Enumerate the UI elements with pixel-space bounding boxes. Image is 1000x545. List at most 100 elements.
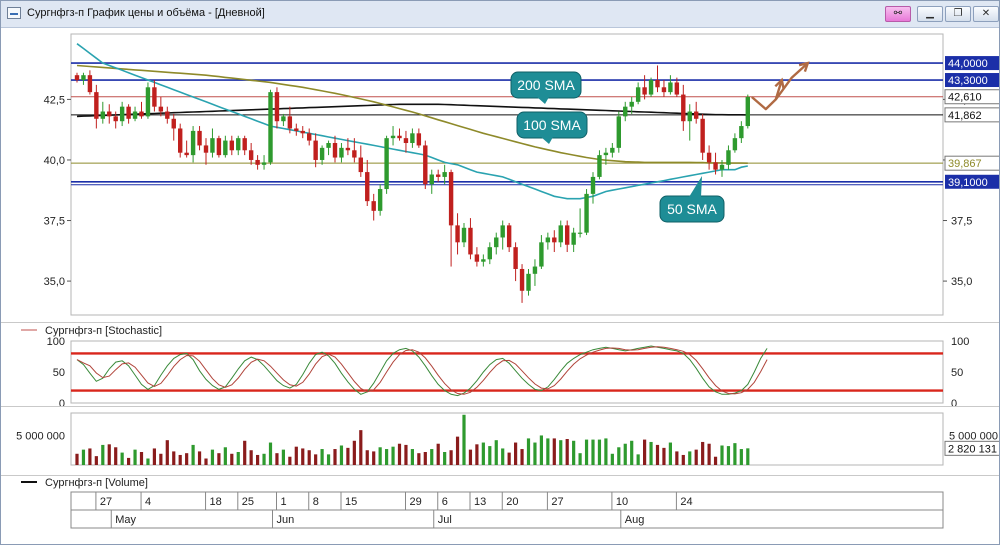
volume-bar [423,452,427,465]
candle-body [294,128,299,131]
date-month-label: Jul [438,514,452,526]
chart-window-icon [7,7,21,19]
candle-body [261,162,267,165]
candle-body [694,111,699,119]
volume-bar [597,439,602,465]
price-chart[interactable]: 42,542,540,040,037,537,535,035,0 44,0000… [1,28,999,322]
candle-body [455,225,460,243]
volume-bar [494,440,498,465]
volume-bar [391,446,395,465]
volume-bar [352,440,356,465]
volume-bar [281,449,285,465]
minimize-button[interactable]: ▁ [917,6,943,22]
candle-body [565,225,570,245]
volume-bar [326,454,331,465]
date-day-label: 25 [242,496,254,508]
volume-bar [146,458,150,465]
volume-bar [726,446,731,465]
candle-body [339,147,344,158]
candle-body [87,75,93,93]
volume-bar [488,446,492,465]
candle-body [635,87,641,102]
level-tag-label: 42,610 [948,92,982,104]
date-day-label: 18 [210,496,222,508]
volume-bar [217,453,221,465]
candle-body [610,147,615,153]
volume-bar [314,454,318,465]
title-bar[interactable]: Сургнфгз-п График цены и объёма - [Дневн… [1,1,999,28]
candle-body [539,242,544,267]
candle-body [216,138,222,156]
candle-body [371,201,376,211]
callout-sma100-label: 100 SMA [523,117,581,133]
volume-bar [120,452,124,465]
date-day-label: 27 [100,496,112,508]
candle-body [674,82,680,95]
volume-bar [101,444,105,465]
candle-body [165,111,170,119]
volume-bar [75,453,79,465]
stochastic-chart[interactable]: Сургнфгз-п [Stochastic] 100 10050 500 0 [1,323,999,406]
volume-bar [584,439,589,465]
volume-bar [630,440,634,465]
candle-body [300,130,305,134]
candle-body [74,75,80,81]
sma50-line [76,43,748,200]
volume-bar [430,449,434,465]
link-icon: ⚯ [893,8,903,19]
price-plot-frame [70,33,944,316]
close-button[interactable]: ✕ [973,6,999,22]
volume-bar [565,439,569,465]
stochastic-pane[interactable]: Сургнфгз-п [Stochastic] 100 100 50 50 0 0 [1,323,999,407]
candle-body [506,225,512,248]
date-day-label: 1 [281,496,287,508]
date-day-label: 8 [313,496,319,508]
restore-icon: ❐ [953,8,963,19]
volume-bar [720,445,724,465]
price-axis-label-right: 35,0 [951,276,972,288]
volume-bar [372,451,376,465]
candle-body [668,82,673,93]
candle-body [629,101,634,107]
link-button[interactable]: ⚯ [885,6,911,22]
minimize-icon: ▁ [926,8,934,19]
volume-bar [307,450,311,465]
candle-body [410,133,415,144]
volume-bar [243,440,247,465]
chart-window: Сургнфгз-п График цены и объёма - [Дневн… [0,0,1000,545]
date-day-label: 15 [345,496,357,508]
candle-body [132,111,138,119]
volume-bar [688,451,692,465]
volume-bar [468,449,473,465]
volume-bar [604,438,608,465]
candle-body [158,106,164,112]
price-pane[interactable]: 42,542,540,040,037,537,535,035,0 44,0000… [1,28,999,323]
volume-bar [507,452,511,465]
price-axis-label-left: 35,0 [44,276,65,288]
volume-bar [701,441,705,465]
volume-bar [636,454,640,465]
volume-bar [552,438,556,465]
volume-bar [397,443,402,465]
candle-body [145,87,151,117]
volume-pane[interactable]: 5 000 000 5 000 000 2 820 131 [1,407,999,476]
volume-bar [185,453,189,465]
restore-button[interactable]: ❐ [945,6,971,22]
candle-body [416,133,422,146]
volume-bar [455,436,460,465]
close-icon: ✕ [981,8,991,19]
candle-body [281,116,286,122]
volume-bar [707,443,711,465]
date-month-label: Jun [277,514,295,526]
price-axis-label-left: 40,0 [44,155,65,167]
volume-bar [417,453,421,465]
volume-chart[interactable]: 5 000 000 5 000 0002 820 131 [1,407,999,475]
volume-bar [197,451,202,465]
date-day-label: 24 [680,496,692,508]
volume-bar [443,452,447,465]
volume-bar [655,444,660,465]
date-day-label: 6 [442,496,448,508]
volume-bar [526,438,531,465]
date-day-label: 29 [410,496,422,508]
volume-bar [333,449,337,465]
